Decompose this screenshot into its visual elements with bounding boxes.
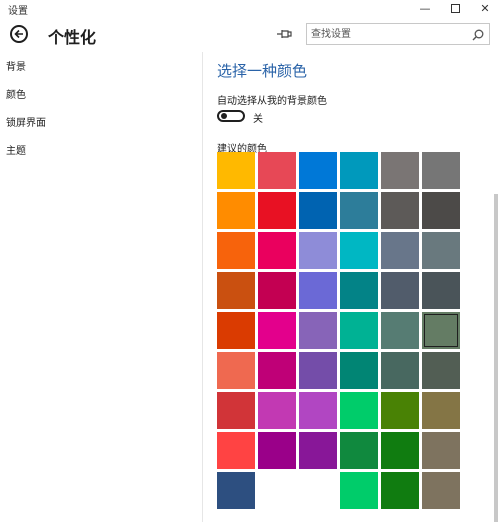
search-icon[interactable]: [472, 29, 484, 41]
search-input[interactable]: [311, 26, 461, 42]
toggle-knob: [221, 113, 227, 119]
maximize-icon: [450, 3, 460, 13]
color-swatch[interactable]: [381, 392, 419, 429]
color-swatch[interactable]: [381, 232, 419, 269]
color-swatch[interactable]: [422, 192, 460, 229]
search-box[interactable]: [306, 23, 490, 45]
color-swatch[interactable]: [381, 192, 419, 229]
sidebar-item-colors[interactable]: 颜色: [6, 86, 26, 101]
color-swatch[interactable]: [340, 352, 378, 389]
color-swatch[interactable]: [340, 392, 378, 429]
back-button[interactable]: [10, 25, 28, 43]
arrow-left-icon: [14, 29, 23, 39]
color-swatch[interactable]: [258, 272, 296, 309]
color-swatch[interactable]: [217, 232, 255, 269]
color-swatch[interactable]: [217, 192, 255, 229]
color-swatch[interactable]: [299, 192, 337, 229]
color-swatch[interactable]: [381, 472, 419, 509]
color-swatch[interactable]: [340, 472, 378, 509]
color-swatch[interactable]: [340, 272, 378, 309]
color-swatch[interactable]: [217, 432, 255, 469]
color-swatch[interactable]: [381, 312, 419, 349]
color-swatch[interactable]: [422, 392, 460, 429]
pin-icon[interactable]: [276, 27, 292, 41]
color-swatch[interactable]: [422, 432, 460, 469]
content-pane: 选择一种颜色 自动选择从我的背景颜色 关 建议的颜色: [203, 52, 500, 522]
color-swatch[interactable]: [299, 392, 337, 429]
settings-window: 设置 — ✕ 个性化 背景 颜色 锁屏界面 主题 选择一种颜色 自动选择从: [0, 0, 500, 522]
color-swatch[interactable]: [258, 352, 296, 389]
color-swatch[interactable]: [217, 352, 255, 389]
color-swatch[interactable]: [299, 312, 337, 349]
auto-color-toggle[interactable]: [217, 110, 245, 122]
color-swatch[interactable]: [422, 312, 460, 349]
color-swatch[interactable]: [217, 472, 255, 509]
minimize-button[interactable]: —: [410, 0, 440, 18]
color-swatch[interactable]: [258, 152, 296, 189]
color-swatch[interactable]: [299, 352, 337, 389]
color-swatch[interactable]: [381, 272, 419, 309]
color-swatch[interactable]: [381, 432, 419, 469]
color-swatch[interactable]: [381, 152, 419, 189]
color-swatch[interactable]: [217, 392, 255, 429]
color-swatch[interactable]: [258, 312, 296, 349]
color-swatch[interactable]: [381, 352, 419, 389]
color-swatch[interactable]: [258, 232, 296, 269]
sidebar-item-lock-screen[interactable]: 锁屏界面: [6, 114, 46, 129]
color-swatch[interactable]: [422, 272, 460, 309]
auto-color-label: 自动选择从我的背景颜色: [217, 96, 327, 107]
color-swatch[interactable]: [299, 152, 337, 189]
section-title: 选择一种颜色: [217, 62, 308, 80]
color-swatch[interactable]: [258, 432, 296, 469]
color-swatch[interactable]: [217, 152, 255, 189]
color-swatch[interactable]: [217, 312, 255, 349]
color-swatch[interactable]: [422, 232, 460, 269]
close-button[interactable]: ✕: [470, 0, 500, 18]
color-swatch[interactable]: [340, 152, 378, 189]
toggle-state-label: 关: [253, 114, 263, 125]
scrollbar[interactable]: [494, 194, 498, 522]
maximize-button[interactable]: [440, 0, 470, 18]
sidebar-item-themes[interactable]: 主题: [6, 142, 26, 157]
color-swatch[interactable]: [258, 192, 296, 229]
sidebar-nav: 背景 颜色 锁屏界面 主题: [0, 52, 203, 522]
color-swatch[interactable]: [299, 272, 337, 309]
page-title: 个性化: [48, 28, 97, 47]
page-header: 个性化: [0, 18, 500, 52]
color-swatch[interactable]: [340, 192, 378, 229]
app-title: 设置: [8, 6, 28, 17]
title-bar: 设置 — ✕: [0, 0, 500, 18]
color-swatch[interactable]: [340, 432, 378, 469]
color-swatch[interactable]: [258, 392, 296, 429]
color-swatch[interactable]: [422, 352, 460, 389]
color-swatch-grid: [217, 152, 463, 522]
color-swatch[interactable]: [422, 472, 460, 509]
color-swatch[interactable]: [299, 432, 337, 469]
color-swatch[interactable]: [299, 232, 337, 269]
color-swatch[interactable]: [217, 272, 255, 309]
sidebar-item-background[interactable]: 背景: [6, 58, 26, 73]
color-swatch[interactable]: [422, 152, 460, 189]
color-swatch[interactable]: [340, 232, 378, 269]
color-swatch[interactable]: [340, 312, 378, 349]
